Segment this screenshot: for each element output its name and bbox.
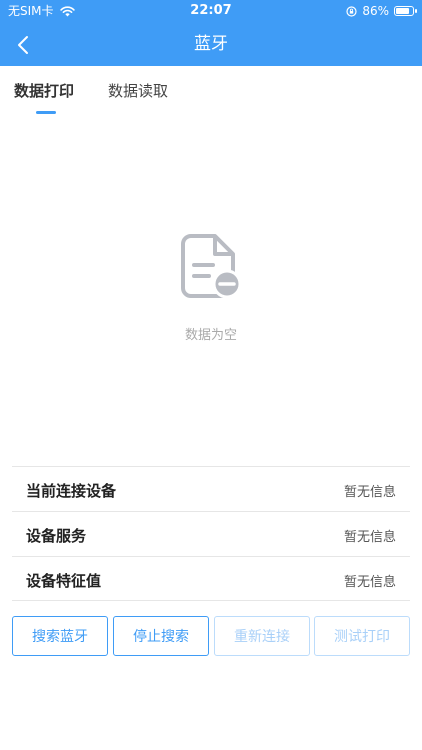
info-label: 设备特征值 <box>26 572 102 590</box>
nav-bar: 蓝牙 <box>0 24 422 66</box>
battery-icon <box>394 6 417 16</box>
info-value: 暂无信息 <box>343 485 396 500</box>
info-row-device-service: 设备服务 暂无信息 <box>12 511 410 556</box>
search-bluetooth-button[interactable]: 搜索蓝牙 <box>12 616 108 656</box>
action-buttons: 搜索蓝牙 停止搜索 重新连接 测试打印 <box>12 616 410 656</box>
header: 无SIM卡 22:07 86% 蓝牙 <box>0 0 422 66</box>
stop-search-button[interactable]: 停止搜索 <box>113 616 209 656</box>
info-label: 当前连接设备 <box>26 482 117 500</box>
empty-document-icon <box>181 234 241 299</box>
tab-data-read[interactable]: 数据读取 <box>108 80 168 101</box>
empty-state-text: 数据为空 <box>184 328 237 343</box>
status-bar: 无SIM卡 22:07 86% <box>0 0 422 24</box>
tab-data-print[interactable]: 数据打印 <box>14 80 74 101</box>
info-value: 暂无信息 <box>343 575 396 590</box>
tab-bar: 数据打印 数据读取 <box>0 66 422 116</box>
info-row-connected-device: 当前连接设备 暂无信息 <box>12 466 410 511</box>
battery-percent: 86% <box>362 4 389 18</box>
test-print-button[interactable]: 测试打印 <box>314 616 410 656</box>
battery-fill <box>396 8 409 14</box>
orientation-lock-icon <box>346 5 357 17</box>
device-info-list: 当前连接设备 暂无信息 设备服务 暂无信息 设备特征值 暂无信息 <box>12 466 410 601</box>
page-title: 蓝牙 <box>194 34 228 54</box>
reconnect-button[interactable]: 重新连接 <box>214 616 310 656</box>
tab-indicator <box>36 111 56 114</box>
info-value: 暂无信息 <box>343 530 396 545</box>
empty-state: 数据为空 <box>0 232 422 343</box>
status-right: 86% <box>346 0 417 22</box>
info-label: 设备服务 <box>26 527 87 545</box>
page: 无SIM卡 22:07 86% 蓝牙 数据打印 数据读取 数据为空 当前连接设备… <box>0 0 422 750</box>
info-row-device-characteristic: 设备特征值 暂无信息 <box>12 556 410 601</box>
